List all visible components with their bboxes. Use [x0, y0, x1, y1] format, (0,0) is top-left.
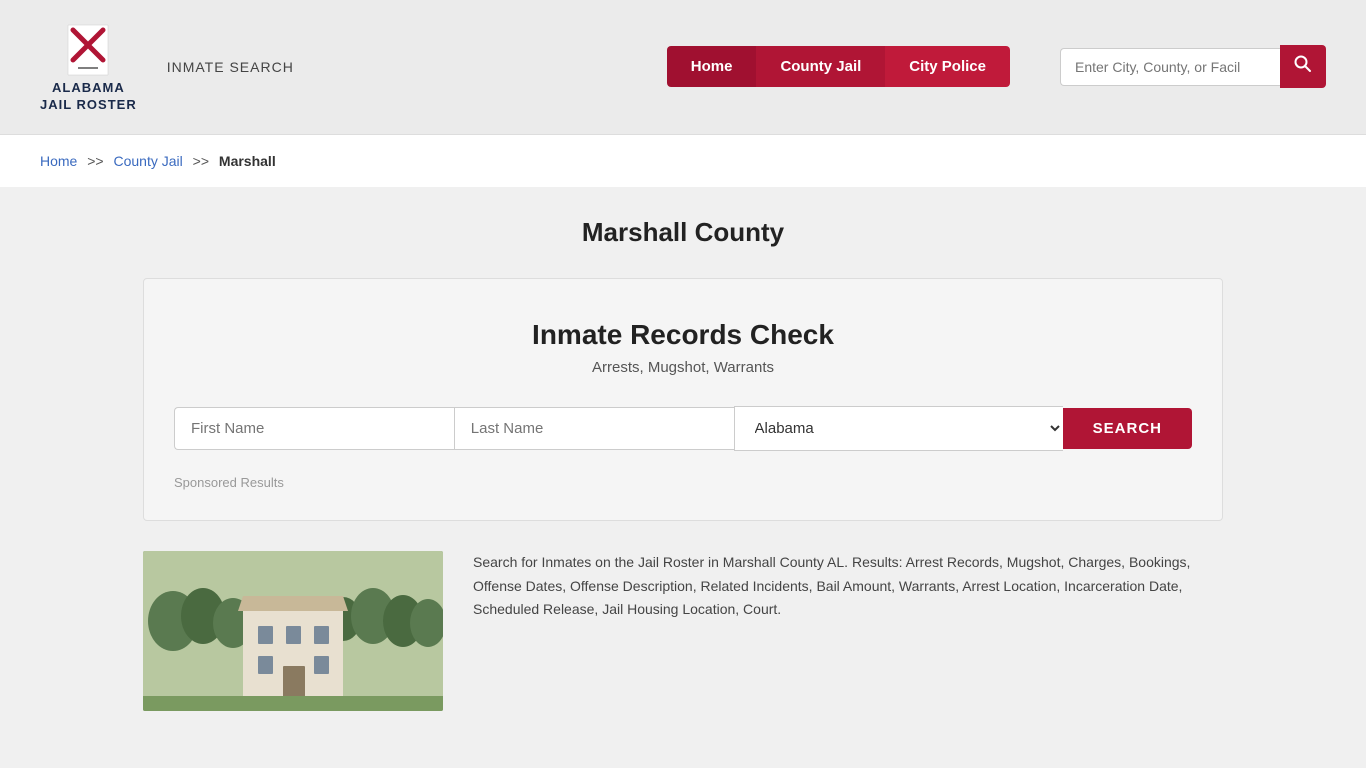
inmate-search-form: Alabama Alaska Arizona Arkansas Californ… — [174, 406, 1192, 451]
logo-text: ALABAMA JAIL ROSTER — [40, 80, 137, 114]
last-name-input[interactable] — [454, 407, 734, 450]
inmate-search-label: INMATE SEARCH — [167, 59, 294, 75]
bottom-section: Search for Inmates on the Jail Roster in… — [143, 551, 1223, 711]
site-logo[interactable]: ALABAMA JAIL ROSTER — [40, 20, 137, 114]
main-nav: Home County Jail City Police — [667, 46, 1010, 87]
building-illustration — [143, 551, 443, 711]
breadcrumb-sep2: >> — [193, 153, 209, 169]
header-search-input[interactable] — [1060, 48, 1280, 86]
state-select[interactable]: Alabama Alaska Arizona Arkansas Californ… — [734, 406, 1063, 451]
first-name-input[interactable] — [174, 407, 454, 450]
records-box-title: Inmate Records Check — [174, 319, 1192, 351]
page-title: Marshall County — [143, 217, 1223, 248]
logo-icon — [58, 20, 118, 80]
county-image — [143, 551, 443, 711]
sponsored-results-label: Sponsored Results — [174, 475, 1192, 490]
breadcrumb-county-jail[interactable]: County Jail — [114, 153, 183, 169]
search-icon — [1294, 55, 1312, 73]
header-search-area — [1060, 45, 1326, 88]
breadcrumb-sep1: >> — [87, 153, 103, 169]
site-header: ALABAMA JAIL ROSTER INMATE SEARCH Home C… — [0, 0, 1366, 135]
breadcrumb-home[interactable]: Home — [40, 153, 77, 169]
main-content: Marshall County Inmate Records Check Arr… — [113, 217, 1253, 711]
breadcrumb: Home >> County Jail >> Marshall — [0, 135, 1366, 187]
records-check-box: Inmate Records Check Arrests, Mugshot, W… — [143, 278, 1223, 521]
nav-city-police-button[interactable]: City Police — [885, 46, 1010, 87]
breadcrumb-current: Marshall — [219, 153, 276, 169]
description-text: Search for Inmates on the Jail Roster in… — [473, 551, 1223, 622]
nav-home-button[interactable]: Home — [667, 46, 757, 87]
inmate-search-button[interactable]: SEARCH — [1063, 408, 1192, 449]
nav-county-jail-button[interactable]: County Jail — [756, 46, 885, 87]
records-box-subtitle: Arrests, Mugshot, Warrants — [174, 359, 1192, 376]
header-search-button[interactable] — [1280, 45, 1326, 88]
